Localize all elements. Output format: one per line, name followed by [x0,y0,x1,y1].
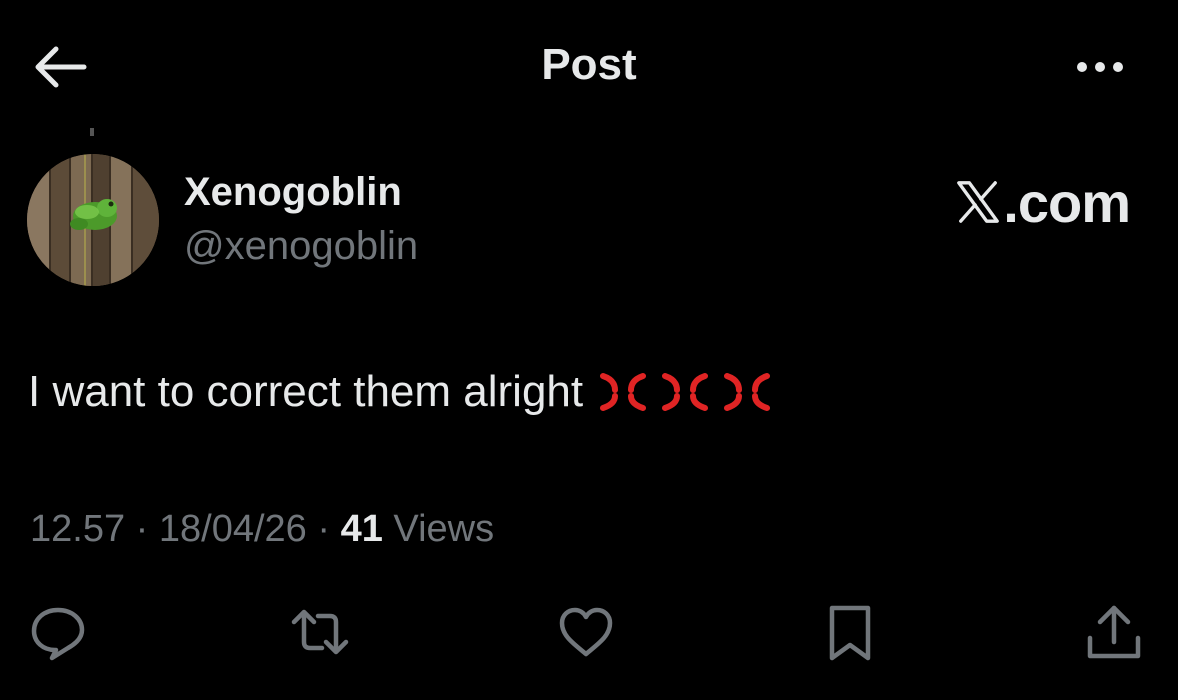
post-page: Post Xenogoblin @xenogoblin .com I want … [0,0,1178,700]
post-body: I want to correct them alright [28,366,773,418]
share-button[interactable] [1084,602,1144,662]
anger-symbol-icon [724,373,771,411]
bookmark-button[interactable] [820,602,880,662]
post-text: I want to correct them alright [28,367,584,416]
emoji-row [597,366,773,418]
author-handle[interactable]: @xenogoblin [184,224,418,269]
meta-separator: · [135,508,149,550]
brand-text: .com [1003,170,1131,234]
frog-avatar-image [27,154,159,286]
share-icon [1087,605,1141,659]
views-label[interactable]: Views [393,508,494,550]
repost-button[interactable] [290,602,350,662]
page-title: Post [541,40,637,89]
author-display-name[interactable]: Xenogoblin [184,170,402,215]
more-options-button[interactable] [1068,52,1128,82]
back-button[interactable] [30,44,88,90]
more-horizontal-icon [1077,62,1123,72]
anger-symbol-icon [600,373,647,411]
meta-separator: · [317,508,331,550]
anger-symbol-icon [662,373,709,411]
post-date: 18/04/26 [158,508,307,550]
repost-icon [291,609,349,655]
post-meta: 12.57 · 18/04/26 · 41 Views [30,508,494,551]
bookmark-icon [829,605,871,661]
arrow-left-icon [35,46,87,88]
like-button[interactable] [556,602,616,662]
heart-icon [559,607,613,657]
reply-icon [31,607,85,661]
brand-watermark: .com [955,170,1131,234]
views-count[interactable]: 41 [341,508,383,550]
divider-mark [90,128,94,136]
x-logo-icon [957,181,1000,223]
reply-button[interactable] [28,602,88,662]
post-time: 12.57 [30,508,126,550]
avatar[interactable] [27,154,159,286]
